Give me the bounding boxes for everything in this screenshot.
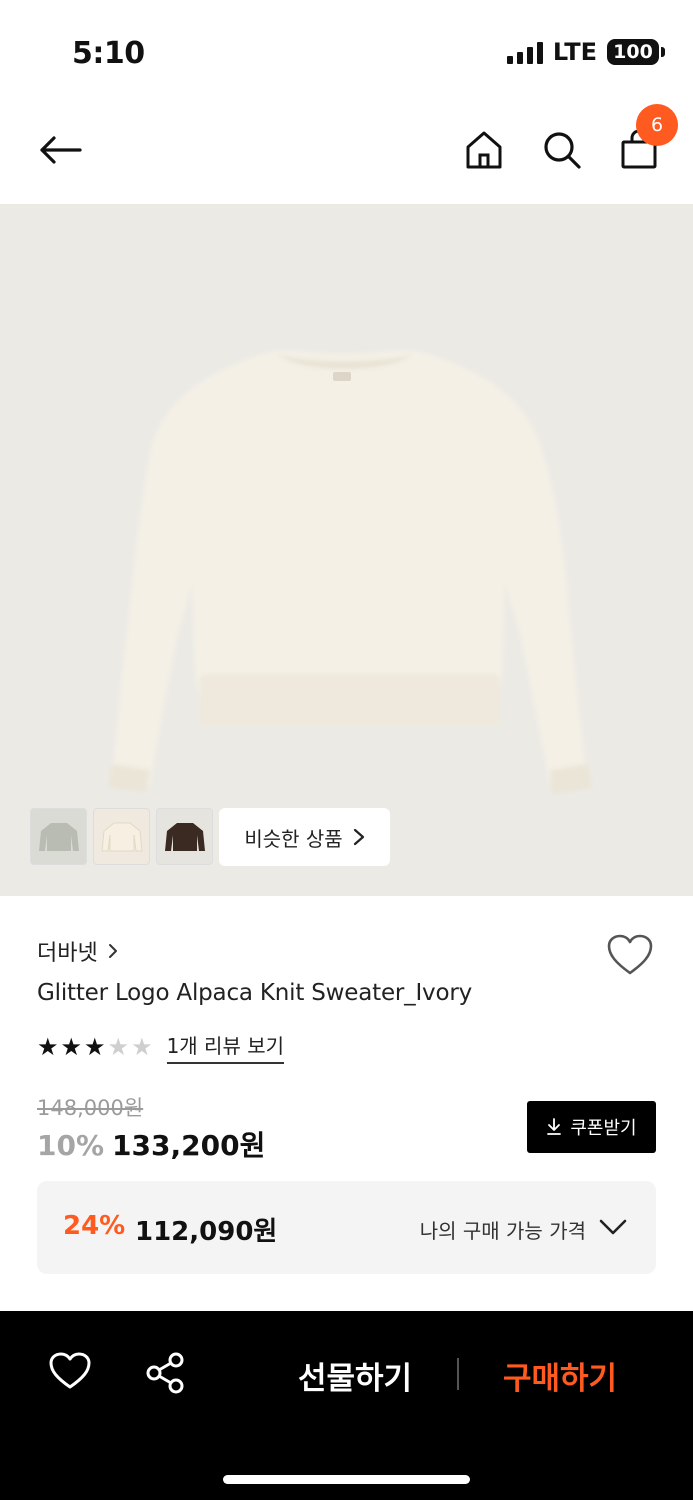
status-bar: 5:10 LTE 100 (0, 0, 693, 100)
buy-button[interactable]: 구매하기 (475, 1353, 645, 1397)
my-discount-rate: 24% (63, 1211, 126, 1241)
coupon-label: 쿠폰받기 (570, 1118, 637, 1139)
star-empty-icon: ★ (107, 1033, 130, 1061)
original-price: 148,000원 (37, 1096, 144, 1120)
home-indicator[interactable] (223, 1475, 470, 1484)
home-icon (466, 131, 502, 169)
share-icon (146, 1352, 184, 1394)
sale-price: 133,200원 (112, 1129, 266, 1162)
gift-button[interactable]: 선물하기 (270, 1353, 440, 1397)
search-icon (544, 132, 581, 169)
bottom-action-bar: 선물하기 구매하기 (0, 1311, 693, 1500)
share-button[interactable] (144, 1351, 188, 1395)
chevron-right-icon (108, 944, 117, 958)
brand-name: 더바넷 (37, 941, 98, 966)
similar-products-label: 비슷한 상품 (244, 826, 343, 851)
discount-rate: 10% (37, 1129, 105, 1162)
signal-icon (506, 40, 543, 64)
my-price-label: 나의 구매 가능 가격 (419, 1219, 586, 1243)
my-price-panel[interactable]: 24% 112,090원 나의 구매 가능 가격 (37, 1181, 656, 1274)
star-icon: ★ (84, 1033, 106, 1061)
home-button[interactable] (458, 124, 510, 176)
chevron-right-icon (353, 828, 364, 846)
status-indicators: LTE 100 (506, 38, 665, 66)
battery-icon: 100 (607, 39, 665, 65)
similar-products-button[interactable]: 비슷한 상품 (219, 808, 390, 866)
product-name: Glitter Logo Alpaca Knit Sweater_Ivory (37, 980, 472, 1006)
status-time: 5:10 (72, 36, 145, 71)
divider (457, 1358, 459, 1390)
chevron-down-icon (599, 1219, 627, 1235)
bottom-wishlist-button[interactable] (48, 1351, 92, 1395)
heart-icon (49, 1352, 91, 1389)
thumbnail-strip (30, 808, 213, 865)
battery-level: 100 (613, 41, 653, 63)
thumbnail-brown[interactable] (156, 808, 213, 865)
brand-link[interactable]: 더바넷 (37, 935, 118, 967)
cart-count-badge: 6 (636, 104, 678, 146)
review-link[interactable]: 1개 리뷰 보기 (166, 1030, 285, 1064)
download-icon (547, 1118, 562, 1135)
heart-icon (607, 934, 653, 975)
sweater-brown-icon (164, 822, 205, 851)
top-nav (0, 100, 693, 204)
star-empty-icon: ★ (131, 1033, 153, 1061)
my-price-amount: 112,090원 (135, 1217, 278, 1247)
sweater-gray-icon (38, 822, 79, 851)
thumbnail-gray[interactable] (30, 808, 87, 865)
network-label: LTE (552, 38, 597, 66)
thumbnail-ivory[interactable] (93, 808, 150, 865)
coupon-button[interactable]: 쿠폰받기 (527, 1101, 656, 1153)
search-button[interactable] (536, 124, 588, 176)
price-row: 10% 133,200원 (37, 1124, 265, 1164)
star-icon: ★ (60, 1033, 83, 1061)
arrow-left-icon (40, 136, 82, 164)
rating-row: ★ ★ ★ ★ ★ 1개 리뷰 보기 (37, 1030, 285, 1064)
star-icon: ★ (37, 1033, 59, 1061)
sweater-illustration (108, 350, 592, 794)
sweater-ivory-icon (100, 822, 143, 851)
back-button[interactable] (34, 124, 86, 176)
product-image[interactable] (0, 204, 693, 896)
wishlist-button[interactable] (606, 933, 654, 977)
